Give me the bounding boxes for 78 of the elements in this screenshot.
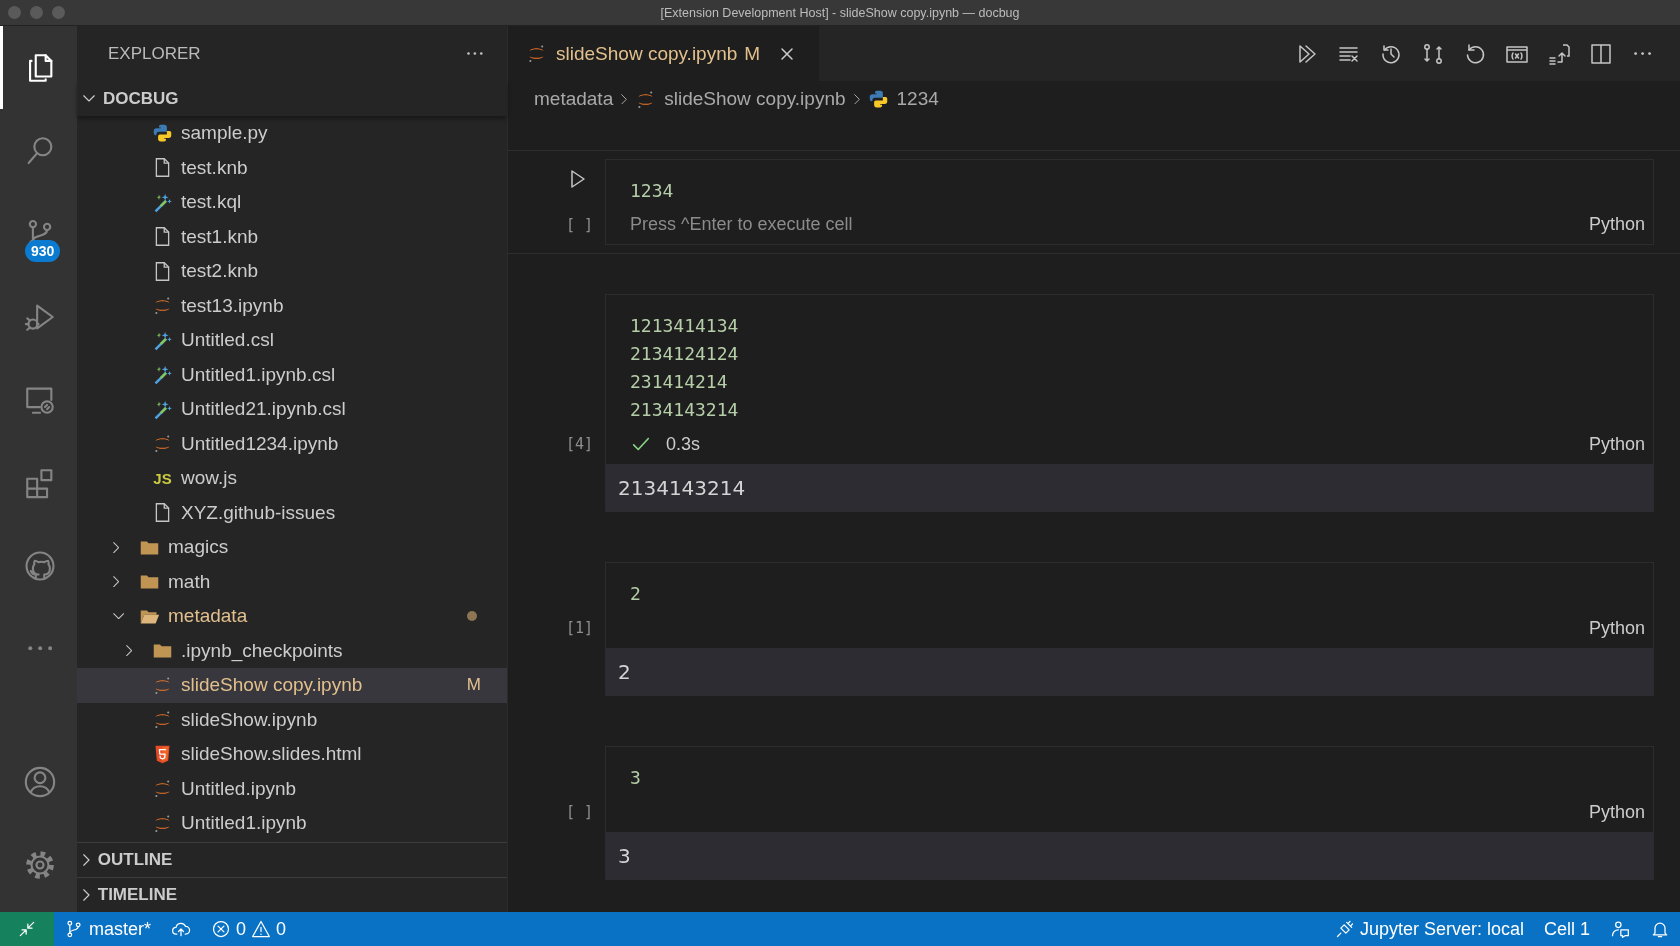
chevron-right-icon — [83, 854, 90, 866]
language-picker[interactable]: Python — [1588, 801, 1645, 823]
branch-icon — [64, 919, 84, 939]
window-title: [Extension Development Host] - slideShow copy.ipynb — docbug — [660, 5, 1020, 20]
language-picker[interactable]: Python — [1588, 214, 1645, 235]
tree-item[interactable]: Untitled.ipynb — [77, 771, 507, 806]
more-actions-button[interactable] — [467, 52, 483, 55]
modified-dot — [467, 611, 477, 622]
chevron-down-icon — [83, 95, 95, 102]
feedback-icon — [1610, 919, 1630, 939]
problems-button[interactable]: 0 0 — [201, 912, 297, 946]
cell-hint: Press ^Enter to execute cell — [630, 214, 853, 235]
editor-tab[interactable]: slideShow copy.ipynb M — [508, 26, 820, 81]
execution-count: [ ] — [565, 803, 593, 821]
remote-icon — [17, 919, 37, 939]
section-header[interactable]: OUTLINE — [77, 842, 507, 877]
more-icon — [27, 646, 53, 651]
chevron-right-icon — [621, 93, 628, 105]
execution-count: [ ] — [565, 216, 593, 234]
section-header[interactable]: DOCBUG — [77, 81, 507, 116]
chevron-right-icon — [126, 645, 133, 657]
tree-item[interactable]: slideShow.ipynb — [77, 702, 507, 737]
js-file-icon: JS — [152, 469, 173, 487]
plug-icon — [1334, 919, 1355, 939]
kernel-button[interactable]: Jupyter Server: local — [1324, 912, 1534, 946]
warning-icon — [251, 919, 272, 939]
tree-item[interactable]: Untitled1.ipynb — [77, 806, 507, 841]
export-icon — [1547, 41, 1571, 66]
execution-count: [1] — [565, 619, 593, 637]
breadcrumb-item[interactable]: 1234 — [867, 88, 939, 110]
tree-item[interactable]: Untitled1234.ipynb — [77, 426, 507, 461]
tree-item[interactable]: slideShow copy.ipynb M — [77, 668, 507, 703]
chevron-right-icon — [113, 541, 120, 553]
panel-title: EXPLORER — [108, 43, 201, 64]
cell-output: 2 — [605, 648, 1654, 696]
tree-item[interactable]: test2.knb — [77, 254, 507, 289]
tree-item[interactable]: Untitled1.ipynb.csl — [77, 357, 507, 392]
more-icon — [1634, 51, 1652, 56]
execution-time: 0.3s — [666, 433, 701, 455]
tree-item[interactable]: Untitled21.ipynb.csl — [77, 392, 507, 427]
compare-changes-icon — [1421, 41, 1445, 66]
python-icon — [867, 88, 889, 110]
tree-item[interactable]: math — [77, 564, 507, 599]
language-picker[interactable]: Python — [1588, 617, 1645, 639]
status-letter: M — [466, 675, 481, 696]
count-badge: 930 — [25, 240, 61, 262]
sparkle-file-icon — [152, 364, 173, 386]
tree-item[interactable]: slideShow.slides.html — [77, 737, 507, 772]
split-editor-icon — [1589, 41, 1613, 66]
branch-button[interactable]: master* — [54, 912, 161, 946]
tree-item[interactable]: .ipynb_checkpoints — [77, 633, 507, 668]
error-icon — [211, 919, 231, 939]
tree-item[interactable]: test.knb — [77, 150, 507, 185]
account-icon — [23, 764, 57, 799]
cell-output: 3 — [605, 832, 1654, 880]
python-icon — [152, 122, 173, 144]
cell-output: 2134143214 — [605, 464, 1654, 512]
tree-item[interactable]: sample.py — [77, 116, 507, 151]
activity-button[interactable]: 930 — [0, 192, 77, 275]
breadcrumb-item[interactable]: metadata — [534, 88, 614, 110]
chevron-down-icon — [113, 613, 125, 620]
chevron-right-icon — [83, 889, 90, 901]
cell-indicator[interactable]: Cell 1 — [1533, 912, 1600, 946]
tree-item[interactable]: Untitled.csl — [77, 323, 507, 358]
chevron-right-icon — [113, 576, 120, 588]
breadcrumb-item[interactable]: slideShow copy.ipynb — [635, 88, 846, 110]
more-icon — [467, 52, 483, 55]
language-picker[interactable]: Python — [1588, 433, 1645, 455]
tree-item[interactable]: test13.ipynb — [77, 288, 507, 323]
execution-count: [4] — [565, 435, 593, 453]
tree-item[interactable]: magics — [77, 530, 507, 565]
tree-item[interactable]: test1.knb — [77, 219, 507, 254]
tree-item[interactable]: test.kql — [77, 185, 507, 220]
tree-item[interactable]: JS wow.js — [77, 461, 507, 496]
remote-button[interactable] — [0, 912, 54, 946]
tree-item[interactable]: metadata — [77, 599, 507, 634]
chevron-right-icon — [853, 93, 860, 105]
tree-item[interactable]: XYZ.github-issues — [77, 495, 507, 530]
